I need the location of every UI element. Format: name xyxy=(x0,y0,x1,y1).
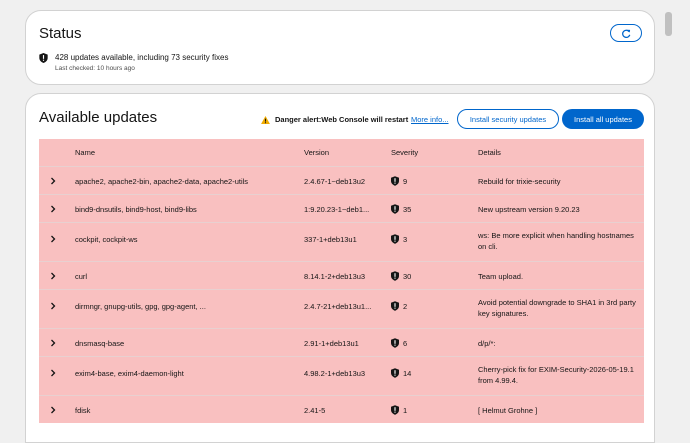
table-row[interactable]: apache2, apache2-bin, apache2-data, apac… xyxy=(39,166,644,194)
chevron-right-icon[interactable] xyxy=(49,177,57,185)
package-version: 2.91-1+deb13u1 xyxy=(304,339,359,348)
table-row[interactable]: fdisk 2.41-5 1 [ Helmut Grohne ] xyxy=(39,395,644,423)
package-version: 2.4.7-21+deb13u1... xyxy=(304,302,372,311)
severity-cell: 2 xyxy=(391,301,407,311)
chevron-right-icon[interactable] xyxy=(49,339,57,347)
severity-count: 9 xyxy=(403,176,408,186)
severity-cell: 35 xyxy=(391,204,411,214)
status-card: Status 428 updates available, including … xyxy=(25,10,655,85)
table-row[interactable]: dnsmasq-base 2.91-1+deb13u1 6 d/p/*: xyxy=(39,328,644,356)
severity-cell: 6 xyxy=(391,338,407,348)
shield-icon xyxy=(391,234,399,244)
severity-cell: 1 xyxy=(391,405,407,415)
danger-alert: Danger alert:Web Console will restart xyxy=(261,115,408,124)
table-row[interactable]: dirmngr, gnupg-utils, gpg, gpg-agent, ..… xyxy=(39,289,644,328)
package-version: 8.14.1-2+deb13u3 xyxy=(304,272,366,281)
updates-table-body: apache2, apache2-bin, apache2-data, apac… xyxy=(39,166,644,423)
shield-icon xyxy=(391,368,399,378)
updates-title: Available updates xyxy=(39,109,158,126)
chevron-right-icon[interactable] xyxy=(49,406,57,414)
package-version: 2.41-5 xyxy=(304,406,326,415)
severity-count: 3 xyxy=(403,234,408,244)
severity-cell: 30 xyxy=(391,271,411,281)
update-details: Rebuild for trixie-security xyxy=(478,177,561,186)
package-version: 4.98.2-1+deb13u3 xyxy=(304,369,366,378)
severity-cell: 3 xyxy=(391,234,407,244)
severity-count: 14 xyxy=(403,368,412,378)
last-checked: Last checked: 10 hours ago xyxy=(55,65,135,72)
severity-count: 35 xyxy=(403,204,412,214)
update-details: Avoid potential downgrade to SHA1 in 3rd… xyxy=(478,298,636,318)
scrollbar[interactable] xyxy=(663,8,674,416)
package-version: 2.4.67-1~deb13u2 xyxy=(304,177,366,186)
more-info-link[interactable]: More info... xyxy=(411,115,449,124)
package-name: dirmngr, gnupg-utils, gpg, gpg-agent, ..… xyxy=(75,302,206,311)
install-all-button[interactable]: Install all updates xyxy=(562,109,644,129)
chevron-right-icon[interactable] xyxy=(49,272,57,280)
shield-icon xyxy=(391,405,399,415)
shield-icon xyxy=(39,53,48,63)
package-name: dnsmasq-base xyxy=(75,339,125,348)
severity-count: 2 xyxy=(403,301,408,311)
table-row[interactable]: bind9-dnsutils, bind9-host, bind9-libs 1:… xyxy=(39,194,644,222)
package-name: apache2, apache2-bin, apache2-data, apac… xyxy=(75,177,249,186)
package-version: 337-1+deb13u1 xyxy=(304,235,357,244)
severity-count: 30 xyxy=(403,271,412,281)
col-details: Details xyxy=(478,148,501,157)
warning-icon xyxy=(261,115,270,124)
update-details: [ Helmut Grohne ] xyxy=(478,406,538,415)
table-row[interactable]: exim4-base, exim4-daemon-light 4.98.2-1+d… xyxy=(39,356,644,395)
severity-cell: 14 xyxy=(391,368,411,378)
update-details: New upstream version 9.20.23 xyxy=(478,205,580,214)
severity-cell: 9 xyxy=(391,176,407,186)
package-version: 1:9.20.23-1~deb1... xyxy=(304,205,370,214)
install-security-button[interactable]: Install security updates xyxy=(457,109,559,129)
chevron-right-icon[interactable] xyxy=(49,205,57,213)
alert-text: Danger alert:Web Console will restart xyxy=(275,115,409,124)
package-name: cockpit, cockpit-ws xyxy=(75,235,138,244)
update-details: Cherry-pick fix for EXIM-Security-2026-0… xyxy=(478,365,634,385)
shield-icon xyxy=(391,301,399,311)
table-row[interactable]: cockpit, cockpit-ws 337-1+deb13u1 3 ws: Be … xyxy=(39,222,644,261)
refresh-icon xyxy=(621,29,630,38)
package-name: bind9-dnsutils, bind9-host, bind9-libs xyxy=(75,205,197,214)
package-name: fdisk xyxy=(75,406,91,415)
chevron-right-icon[interactable] xyxy=(49,235,57,243)
chevron-right-icon[interactable] xyxy=(49,302,57,310)
update-details: Team upload. xyxy=(478,272,524,281)
update-details: d/p/*: xyxy=(478,339,496,348)
shield-icon xyxy=(391,204,399,214)
col-severity: Severity xyxy=(391,148,419,157)
package-name: curl xyxy=(75,272,88,281)
severity-count: 1 xyxy=(403,405,408,415)
severity-count: 6 xyxy=(403,338,408,348)
chevron-right-icon[interactable] xyxy=(49,369,57,377)
updates-summary: 428 updates available, including 73 secu… xyxy=(55,53,229,62)
col-name: Name xyxy=(75,148,96,157)
refresh-button[interactable] xyxy=(610,24,642,42)
status-title: Status xyxy=(39,25,82,42)
table-row[interactable]: curl 8.14.1-2+deb13u3 30 Team upload. xyxy=(39,261,644,289)
package-name: exim4-base, exim4-daemon-light xyxy=(75,369,184,378)
scrollbar-thumb[interactable] xyxy=(665,12,672,36)
shield-icon xyxy=(391,338,399,348)
available-updates-card: Available updates Danger alert:Web Conso… xyxy=(25,93,655,443)
shield-icon xyxy=(391,271,399,281)
table-header: Name Version Severity Details xyxy=(39,139,644,166)
shield-icon xyxy=(391,176,399,186)
col-version: Version xyxy=(304,148,330,157)
update-details: ws: Be more explicit when handling hostn… xyxy=(478,231,634,251)
